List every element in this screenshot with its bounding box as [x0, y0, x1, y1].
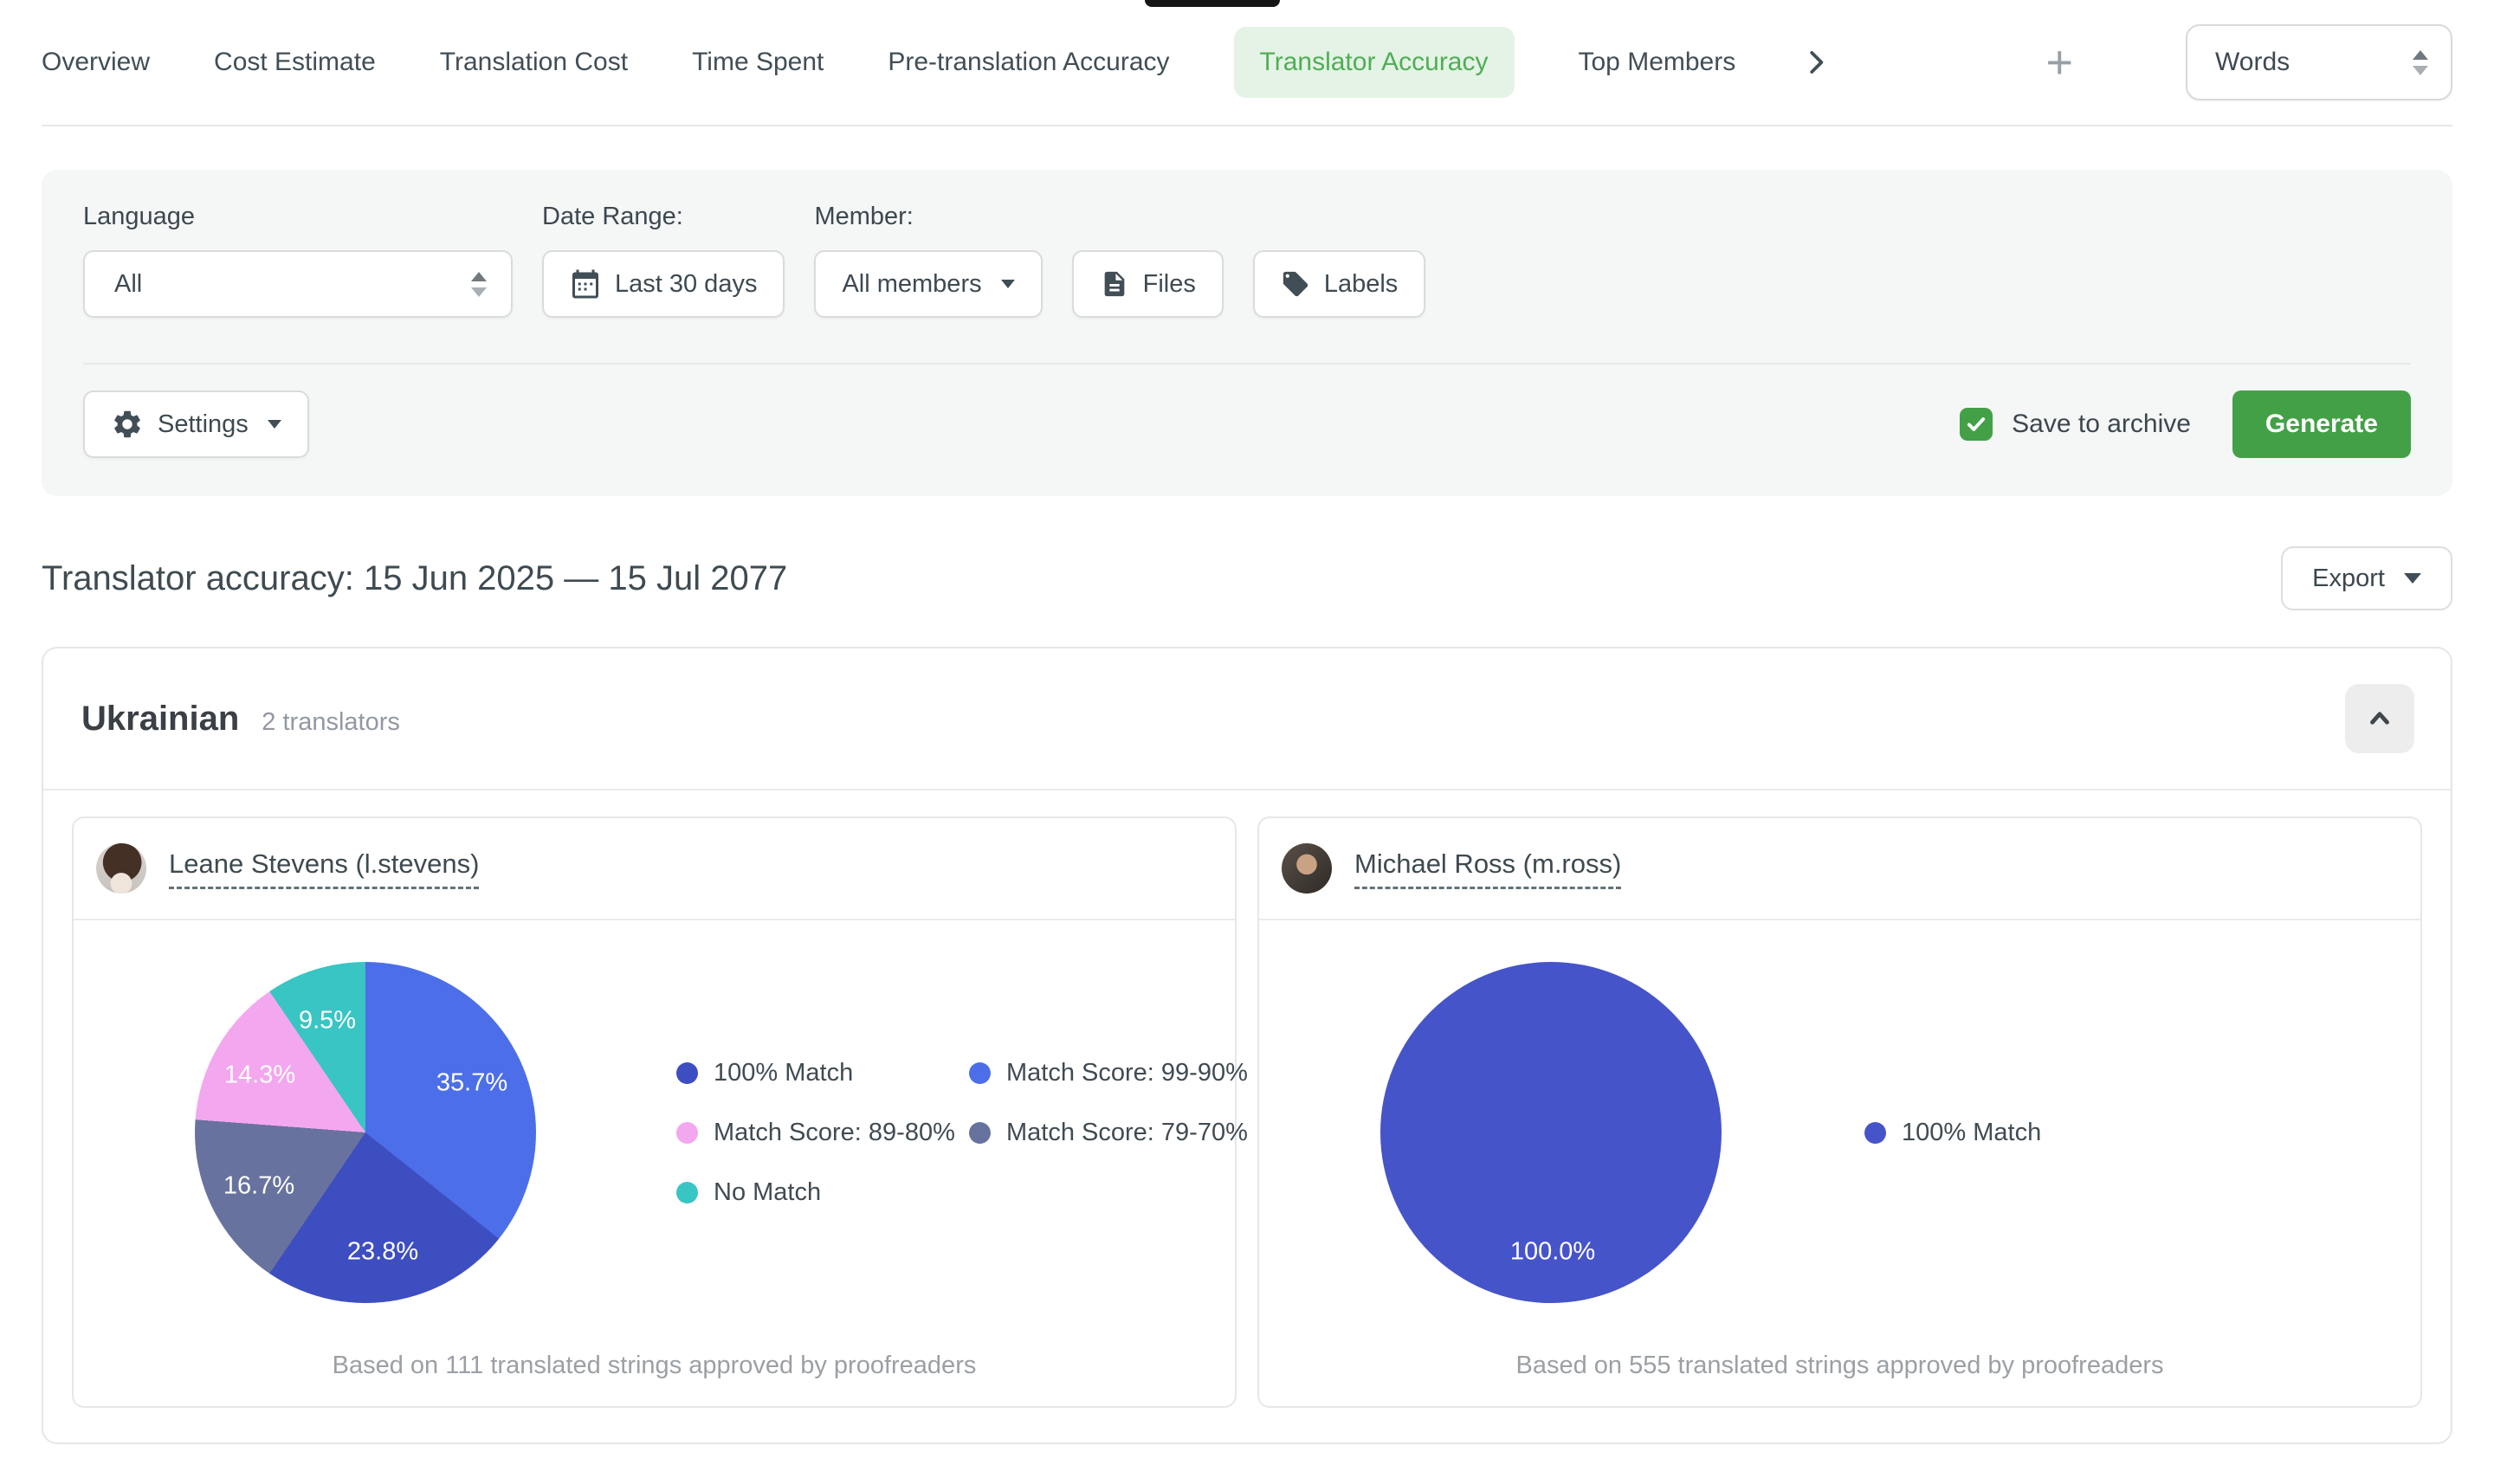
- member-dropdown-value: All members: [842, 270, 981, 299]
- tab-pre-translation-accuracy[interactable]: Pre-translation Accuracy: [888, 48, 1169, 77]
- gear-icon: [111, 408, 144, 441]
- pie-slice-label: 16.7%: [223, 1172, 294, 1201]
- date-range-value: Last 30 days: [615, 270, 757, 299]
- settings-button[interactable]: Settings: [83, 390, 309, 458]
- legend-label: Match Score: 89-80%: [714, 1119, 955, 1147]
- legend-item: Match Score: 89-80%: [676, 1119, 969, 1147]
- tab-translation-cost[interactable]: Translation Cost: [440, 48, 628, 77]
- select-updown-icon: [2413, 50, 2428, 75]
- translator-name-link[interactable]: Leane Stevens (l.stevens): [169, 848, 479, 889]
- tab-cost-estimate[interactable]: Cost Estimate: [214, 48, 376, 77]
- unit-select-value: Words: [2215, 48, 2290, 77]
- language-label: Language: [83, 203, 513, 231]
- translators-count: 2 translators: [262, 708, 400, 737]
- select-updown-icon: [471, 272, 487, 297]
- language-select[interactable]: All: [83, 250, 513, 318]
- legend-item: 100% Match: [1864, 1119, 2041, 1147]
- section-title: Ukrainian: [81, 700, 239, 739]
- legend-label: Match Score: 79-70%: [1006, 1119, 1248, 1147]
- chart-legend: 100% Match Match Score: 99-90% Match Sco…: [676, 1059, 1248, 1207]
- date-range-button[interactable]: Last 30 days: [542, 250, 785, 318]
- legend-dot: [676, 1182, 698, 1203]
- tab-top-members[interactable]: Top Members: [1579, 48, 1736, 77]
- match-distribution-pie-chart: 35.7% 23.8% 16.7% 14.3% 9.5%: [195, 962, 536, 1303]
- translator-card-leane-stevens: Leane Stevens (l.stevens) 35.7% 23.8% 16…: [72, 816, 1237, 1408]
- legend-item: Match Score: 79-70%: [969, 1119, 1248, 1147]
- legend-label: No Match: [714, 1178, 821, 1207]
- export-label: Export: [2312, 565, 2385, 593]
- pie-slice-label: 23.8%: [347, 1238, 418, 1267]
- chevron-up-icon: [2365, 704, 2394, 733]
- avatar[interactable]: [1282, 843, 1332, 894]
- labels-filter-button[interactable]: Labels: [1253, 250, 1425, 318]
- screen-top-notch: [1145, 0, 1280, 7]
- save-to-archive-label: Save to archive: [2012, 410, 2191, 439]
- files-filter-button[interactable]: Files: [1072, 250, 1224, 318]
- report-tabs: Overview Cost Estimate Translation Cost …: [42, 0, 2452, 126]
- legend-item: 100% Match: [676, 1059, 969, 1087]
- date-range-label: Date Range:: [542, 203, 785, 231]
- export-button[interactable]: Export: [2281, 546, 2452, 610]
- add-report-button[interactable]: +: [2045, 39, 2073, 86]
- legend-dot: [969, 1122, 991, 1144]
- translator-card-michael-ross: Michael Ross (m.ross) 100.0% 100% Match …: [1257, 816, 2422, 1408]
- member-dropdown[interactable]: All members: [814, 250, 1042, 318]
- chart-legend: 100% Match: [1864, 1119, 2041, 1147]
- page-title: Translator accuracy: 15 Jun 2025 — 15 Ju…: [42, 559, 787, 598]
- member-label: Member:: [814, 203, 1042, 231]
- language-select-value: All: [114, 270, 142, 299]
- labels-filter-label: Labels: [1324, 270, 1398, 299]
- pie-slice-label: 9.5%: [299, 1007, 356, 1036]
- caret-down-icon: [1001, 280, 1015, 288]
- filter-divider: [83, 363, 2411, 365]
- legend-dot: [969, 1062, 991, 1084]
- more-tabs-button[interactable]: [1799, 46, 1832, 79]
- pie-slice-label: 100.0%: [1510, 1238, 1595, 1267]
- caret-down-icon: [268, 420, 281, 429]
- legend-dot: [676, 1122, 698, 1144]
- report-filter-panel: Language All Date Range: Last 30 days Me…: [42, 170, 2452, 496]
- tab-translator-accuracy[interactable]: Translator Accuracy: [1234, 27, 1515, 98]
- unit-select[interactable]: Words: [2186, 24, 2452, 100]
- check-icon: [1965, 413, 1987, 436]
- generate-button[interactable]: Generate: [2232, 390, 2411, 458]
- tab-time-spent[interactable]: Time Spent: [692, 48, 824, 77]
- legend-label: Match Score: 99-90%: [1006, 1059, 1248, 1087]
- settings-label: Settings: [158, 410, 249, 439]
- legend-label: 100% Match: [714, 1059, 853, 1087]
- chart-caption: Based on 555 translated strings approved…: [1280, 1352, 2400, 1406]
- plus-icon: +: [2045, 36, 2073, 88]
- pie-slice-label: 14.3%: [224, 1061, 295, 1090]
- caret-down-icon: [2404, 573, 2421, 584]
- file-icon: [1100, 269, 1129, 299]
- tag-icon: [1281, 269, 1310, 299]
- legend-item: Match Score: 99-90%: [969, 1059, 1248, 1087]
- save-to-archive-checkbox[interactable]: [1960, 408, 1993, 441]
- chevron-right-icon: [1799, 46, 1832, 79]
- pie-slice-label: 35.7%: [436, 1069, 507, 1098]
- legend-item: No Match: [676, 1178, 969, 1207]
- calendar-icon: [570, 268, 601, 300]
- legend-dot: [676, 1062, 698, 1084]
- match-distribution-pie-chart: 100.0%: [1380, 962, 1722, 1303]
- chart-caption: Based on 111 translated strings approved…: [94, 1352, 1214, 1406]
- files-filter-label: Files: [1143, 270, 1196, 299]
- legend-label: 100% Match: [1902, 1119, 2041, 1147]
- language-section-ukrainian: Ukrainian 2 translators Leane Stevens (l…: [42, 647, 2452, 1444]
- avatar[interactable]: [96, 843, 146, 894]
- tab-overview[interactable]: Overview: [42, 48, 150, 77]
- legend-dot: [1864, 1122, 1886, 1144]
- translator-name-link[interactable]: Michael Ross (m.ross): [1354, 848, 1621, 889]
- collapse-section-button[interactable]: [2345, 684, 2414, 753]
